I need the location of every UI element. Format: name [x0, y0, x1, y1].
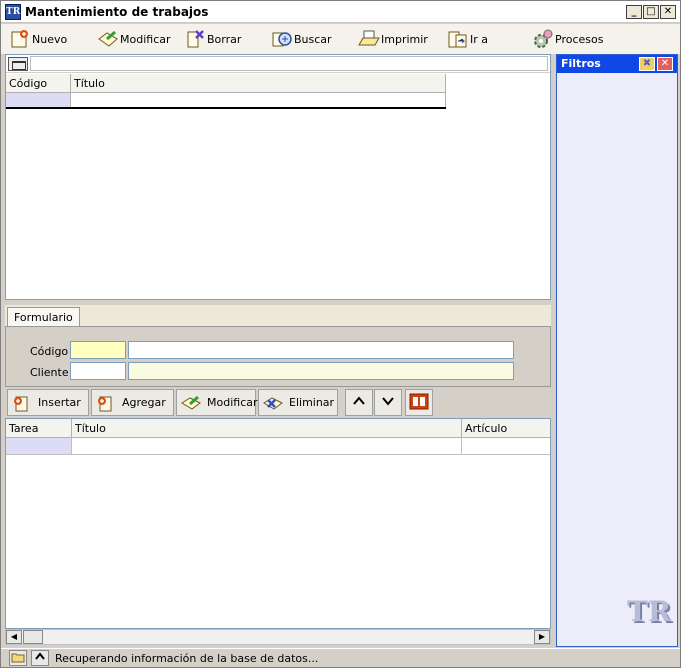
cliente-label: Cliente [30, 366, 69, 379]
insert-button[interactable]: Insertar [7, 389, 89, 416]
modify-icon [181, 394, 201, 412]
maximize-button[interactable]: □ [643, 5, 659, 19]
add-button[interactable]: Agregar [91, 389, 174, 416]
title-bar: TR Mantenimiento de trabajos _ □ ✕ [1, 1, 680, 23]
column-header-codigo[interactable]: Código [6, 74, 71, 92]
processes-button[interactable]: Procesos [532, 27, 603, 51]
down-arrow-icon [381, 395, 395, 410]
table-row[interactable] [6, 93, 446, 109]
status-message: Recuperando información de la base de da… [55, 652, 319, 665]
modify-button[interactable]: Modificar [97, 27, 171, 51]
insert-button-label: Insertar [38, 396, 81, 409]
scroll-thumb[interactable] [23, 630, 43, 644]
scroll-right-icon[interactable]: ▶ [534, 630, 550, 644]
tasks-grid-header: Tarea Título Artículo [6, 419, 550, 438]
jobs-grid-header: Código Título [6, 74, 446, 93]
delete-icon [184, 29, 206, 49]
eliminar-button[interactable]: Eliminar [258, 389, 338, 416]
folder-icon[interactable] [9, 650, 27, 666]
scroll-left-icon[interactable]: ◀ [6, 630, 22, 644]
delete-button[interactable]: Borrar [184, 27, 241, 51]
main-toolbar: Nuevo Modificar Borrar Buscar Imprimir I… [1, 24, 680, 54]
cell-articulo[interactable] [462, 438, 550, 454]
form-tab-area: Formulario Código Cliente [5, 305, 551, 387]
column-header-tarea[interactable]: Tarea [6, 419, 72, 437]
search-button-label: Buscar [294, 32, 332, 46]
cell-titulo[interactable] [72, 438, 462, 454]
app-icon: TR [5, 4, 21, 20]
grid-filter-bar [6, 55, 550, 73]
tab-formulario[interactable]: Formulario [7, 307, 80, 327]
grid-quick-filter-input[interactable] [30, 56, 548, 71]
close-button[interactable]: ✕ [660, 5, 676, 19]
form-panel: Código Cliente [5, 326, 551, 387]
table-row[interactable] [6, 438, 550, 455]
new-button-label: Nuevo [32, 32, 68, 46]
add-icon [96, 394, 116, 412]
filters-title: Filtros [561, 57, 601, 70]
jobs-grid[interactable]: Código Título [5, 54, 551, 300]
processes-button-label: Procesos [555, 32, 604, 46]
new-icon [9, 29, 31, 49]
close-icon[interactable]: ✕ [657, 57, 673, 71]
filters-header: Filtros ✖ ✕ [557, 55, 677, 73]
cell-titulo[interactable] [71, 93, 446, 107]
cell-codigo[interactable] [6, 93, 71, 107]
processes-icon [532, 29, 554, 49]
delete-icon [263, 394, 283, 412]
codigo-field[interactable] [70, 341, 126, 359]
main-window: TR Mantenimiento de trabajos _ □ ✕ Nuevo… [0, 0, 681, 668]
goto-button-label: Ir a [470, 32, 489, 46]
new-button[interactable]: Nuevo [9, 27, 67, 51]
codigo-label: Código [30, 345, 69, 358]
status-bar: Recuperando información de la base de da… [1, 648, 680, 667]
edit-icon [97, 29, 119, 49]
goto-button[interactable]: Ir a [447, 27, 488, 51]
search-icon [271, 29, 293, 49]
chevron-up-icon[interactable] [31, 650, 49, 666]
cell-tarea[interactable] [6, 438, 72, 454]
office-export-button[interactable] [405, 389, 433, 416]
horizontal-scrollbar[interactable]: ◀ ▶ [5, 629, 551, 645]
eliminar-button-label: Eliminar [289, 396, 335, 409]
print-button-label: Imprimir [381, 32, 428, 46]
pin-icon[interactable]: ✖ [639, 57, 655, 71]
column-header-titulo[interactable]: Título [71, 74, 446, 92]
goto-icon [447, 29, 469, 49]
column-chooser-icon[interactable] [8, 57, 28, 71]
cliente-field[interactable] [70, 362, 126, 380]
modify-detail-button-label: Modificar [207, 396, 258, 409]
detail-toolbar: Insertar Agregar Modificar Eliminar [5, 388, 551, 418]
minimize-button[interactable]: _ [626, 5, 642, 19]
move-down-button[interactable] [374, 389, 402, 416]
up-arrow-icon [352, 395, 366, 410]
print-icon [358, 29, 380, 49]
office-icon [409, 392, 429, 413]
column-header-articulo[interactable]: Artículo [462, 419, 550, 437]
insert-icon [12, 394, 32, 412]
modify-detail-button[interactable]: Modificar [176, 389, 258, 416]
window-title: Mantenimiento de trabajos [25, 5, 209, 19]
print-button[interactable]: Imprimir [358, 27, 428, 51]
codigo-description-field[interactable] [128, 341, 514, 359]
column-header-titulo[interactable]: Título [72, 419, 462, 437]
filters-panel: Filtros ✖ ✕ TR [556, 54, 678, 647]
tasks-grid[interactable]: Tarea Título Artículo [5, 418, 551, 629]
delete-button-label: Borrar [207, 32, 242, 46]
cliente-description-field [128, 362, 514, 380]
add-button-label: Agregar [122, 396, 166, 409]
move-up-button[interactable] [345, 389, 373, 416]
tr-logo: TR [627, 595, 672, 628]
search-button[interactable]: Buscar [271, 27, 332, 51]
modify-button-label: Modificar [120, 32, 171, 46]
